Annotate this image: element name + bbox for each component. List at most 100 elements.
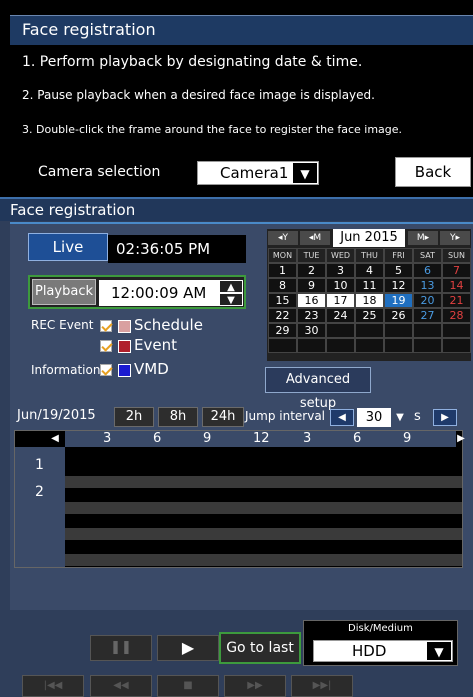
calendar-day[interactable]: 9 <box>297 278 326 293</box>
playback-time-input[interactable]: 12:00:09 AM <box>99 280 219 306</box>
calendar-day[interactable]: 22 <box>268 308 297 323</box>
calendar-day[interactable]: 4 <box>355 263 384 278</box>
calendar-day <box>413 323 442 338</box>
camera-select-value: Camera1 <box>220 164 289 182</box>
timeline-row-2: 2 <box>35 484 44 500</box>
jump-interval-label: Jump interval <box>245 409 326 423</box>
rewind-icon[interactable]: ◀◀ <box>90 675 152 697</box>
playback-button[interactable]: Playback <box>32 279 96 305</box>
vmd-label: VMD <box>134 360 169 378</box>
next-month-button[interactable]: M▸ <box>408 231 438 245</box>
schedule-checkbox[interactable] <box>100 320 112 332</box>
camera-select[interactable]: Camera1 ▼ <box>197 161 319 185</box>
back-button[interactable]: Back <box>395 157 471 187</box>
calendar-day[interactable]: 6 <box>413 263 442 278</box>
calendar-weekday: SAT <box>413 248 442 263</box>
advanced-setup-button[interactable]: Advanced setup <box>265 367 371 411</box>
timeline-divider <box>15 554 462 566</box>
calendar-day <box>384 338 413 353</box>
calendar-day[interactable]: 30 <box>297 323 326 338</box>
jump-value[interactable]: 30 <box>357 408 391 427</box>
fast-forward-icon[interactable]: ▶▶ <box>224 675 286 697</box>
chevron-down-icon: ▼ <box>292 162 318 184</box>
calendar-day[interactable]: 17 <box>326 293 355 308</box>
pause-button[interactable]: ❚❚ <box>90 635 152 661</box>
calendar-day[interactable]: 15 <box>268 293 297 308</box>
calendar-day[interactable]: 13 <box>413 278 442 293</box>
range-24h-button[interactable]: 24h <box>202 407 244 427</box>
calendar-day[interactable]: 20 <box>413 293 442 308</box>
calendar-day[interactable]: 11 <box>355 278 384 293</box>
dialog-title: Face registration <box>22 20 156 39</box>
go-to-last-button[interactable]: Go to last <box>219 632 301 664</box>
calendar-day[interactable]: 2 <box>297 263 326 278</box>
calendar-day <box>355 323 384 338</box>
calendar-day <box>355 338 384 353</box>
calendar-day[interactable]: 23 <box>297 308 326 323</box>
calendar-day <box>442 323 471 338</box>
schedule-color-swatch <box>118 320 131 333</box>
timeline-divider <box>15 476 462 488</box>
information-label: Information <box>31 363 101 377</box>
calendar-day[interactable]: 3 <box>326 263 355 278</box>
calendar-day[interactable]: 29 <box>268 323 297 338</box>
calendar-grid: MON TUE WED THU FRI SAT SUN 1 2 3 4 5 6 7 8 9 10 11 12 13 14… <box>268 248 471 353</box>
calendar-day[interactable]: 5 <box>384 263 413 278</box>
timeline-hour-label: 3 <box>303 431 312 446</box>
timeline-right-arrow-icon[interactable]: ▶ <box>456 431 466 447</box>
calendar-weekday: WED <box>326 248 355 263</box>
timeline-hour-label: 6 <box>153 431 162 446</box>
calendar-day[interactable]: 19 <box>384 293 413 308</box>
jump-increase-button[interactable]: ▶ <box>433 409 457 426</box>
calendar-weekday: TUE <box>297 248 326 263</box>
vmd-checkbox[interactable] <box>100 364 112 376</box>
event-color-swatch <box>118 340 131 353</box>
skip-end-icon[interactable]: ▶▶| <box>291 675 353 697</box>
calendar-day[interactable]: 14 <box>442 278 471 293</box>
calendar-day[interactable]: 18 <box>355 293 384 308</box>
instruction-step1: 1. Perform playback by designating date … <box>22 54 363 70</box>
calendar-weekday: MON <box>268 248 297 263</box>
stop-icon[interactable]: ■ <box>157 675 219 697</box>
camera-selection-label: Camera selection <box>38 164 161 180</box>
timeline-left-arrow-icon[interactable]: ◀ <box>46 431 64 447</box>
calendar-day[interactable]: 16 <box>297 293 326 308</box>
skip-start-icon[interactable]: |◀◀ <box>22 675 84 697</box>
timeline-hour-label: 12 <box>253 431 270 446</box>
range-8h-button[interactable]: 8h <box>158 407 198 427</box>
calendar-day[interactable]: 26 <box>384 308 413 323</box>
calendar-day[interactable]: 8 <box>268 278 297 293</box>
jump-decrease-button[interactable]: ◀ <box>330 409 354 426</box>
calendar-day <box>384 323 413 338</box>
calendar-day <box>442 338 471 353</box>
calendar-day[interactable]: 27 <box>413 308 442 323</box>
range-2h-button[interactable]: 2h <box>114 407 154 427</box>
calendar-day[interactable]: 10 <box>326 278 355 293</box>
vmd-color-swatch <box>118 364 131 377</box>
calendar-day[interactable]: 24 <box>326 308 355 323</box>
time-spinner[interactable]: ▲ ▼ <box>219 280 243 306</box>
next-year-button[interactable]: Y▸ <box>440 231 470 245</box>
spinner-up-icon[interactable]: ▲ <box>219 280 243 293</box>
jump-unit: s <box>414 409 421 424</box>
calendar-day[interactable]: 21 <box>442 293 471 308</box>
section-title: Face registration <box>10 201 136 219</box>
play-button[interactable]: ▶ <box>157 635 219 661</box>
calendar-day[interactable]: 1 <box>268 263 297 278</box>
spinner-down-icon[interactable]: ▼ <box>219 293 243 306</box>
calendar-day[interactable]: 12 <box>384 278 413 293</box>
jump-dropdown-icon[interactable]: ▼ <box>393 409 407 426</box>
event-checkbox[interactable] <box>100 340 112 352</box>
live-button[interactable]: Live <box>28 233 108 261</box>
calendar-day[interactable]: 7 <box>442 263 471 278</box>
calendar-day <box>297 338 326 353</box>
calendar-day <box>413 338 442 353</box>
calendar-month-label: Jun 2015 <box>333 229 405 247</box>
calendar-day[interactable]: 28 <box>442 308 471 323</box>
prev-year-button[interactable]: ◂Y <box>268 231 298 245</box>
timeline-hour-label: 9 <box>203 431 212 446</box>
calendar-day[interactable]: 25 <box>355 308 384 323</box>
disk-medium-select[interactable]: HDD ▼ <box>313 640 453 662</box>
prev-month-button[interactable]: ◂M <box>300 231 330 245</box>
dialog-title-bar: Face registration <box>10 15 473 45</box>
